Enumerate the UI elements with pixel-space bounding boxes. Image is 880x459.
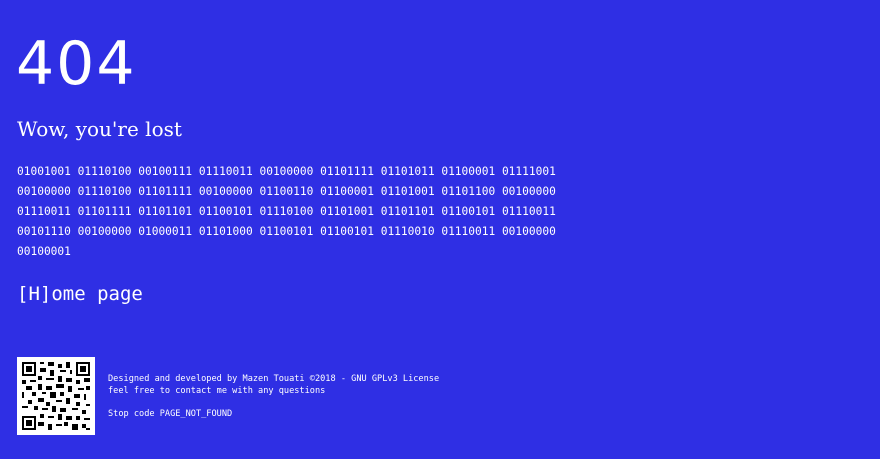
footer-spacer <box>108 397 439 408</box>
error-headline: Wow, you're lost <box>17 117 182 141</box>
binary-line: 01110011 01101111 01101101 01100101 0111… <box>17 204 556 218</box>
binary-message: 01001001 01110100 00100111 01110011 0010… <box>17 162 677 262</box>
stop-code: Stop code PAGE_NOT_FOUND <box>108 409 233 419</box>
qr-code-graphic <box>22 362 90 430</box>
binary-line: 01001001 01110100 00100111 01110011 0010… <box>17 165 556 178</box>
qr-code-icon <box>17 357 95 435</box>
footer-credit: Designed and developed by Mazen Touati ©… <box>108 374 440 384</box>
home-page-link[interactable]: [H]ome page <box>17 281 143 307</box>
binary-line: 00100000 01110100 01101111 00100000 0110… <box>17 184 556 198</box>
binary-line: 00101110 00100000 01000011 01101000 0110… <box>17 224 556 238</box>
footer: Designed and developed by Mazen Touati ©… <box>108 373 439 420</box>
footer-contact: feel free to contact me with any questio… <box>108 386 326 396</box>
error-code: 404 <box>16 29 137 99</box>
binary-line: 00100001 <box>17 244 71 258</box>
